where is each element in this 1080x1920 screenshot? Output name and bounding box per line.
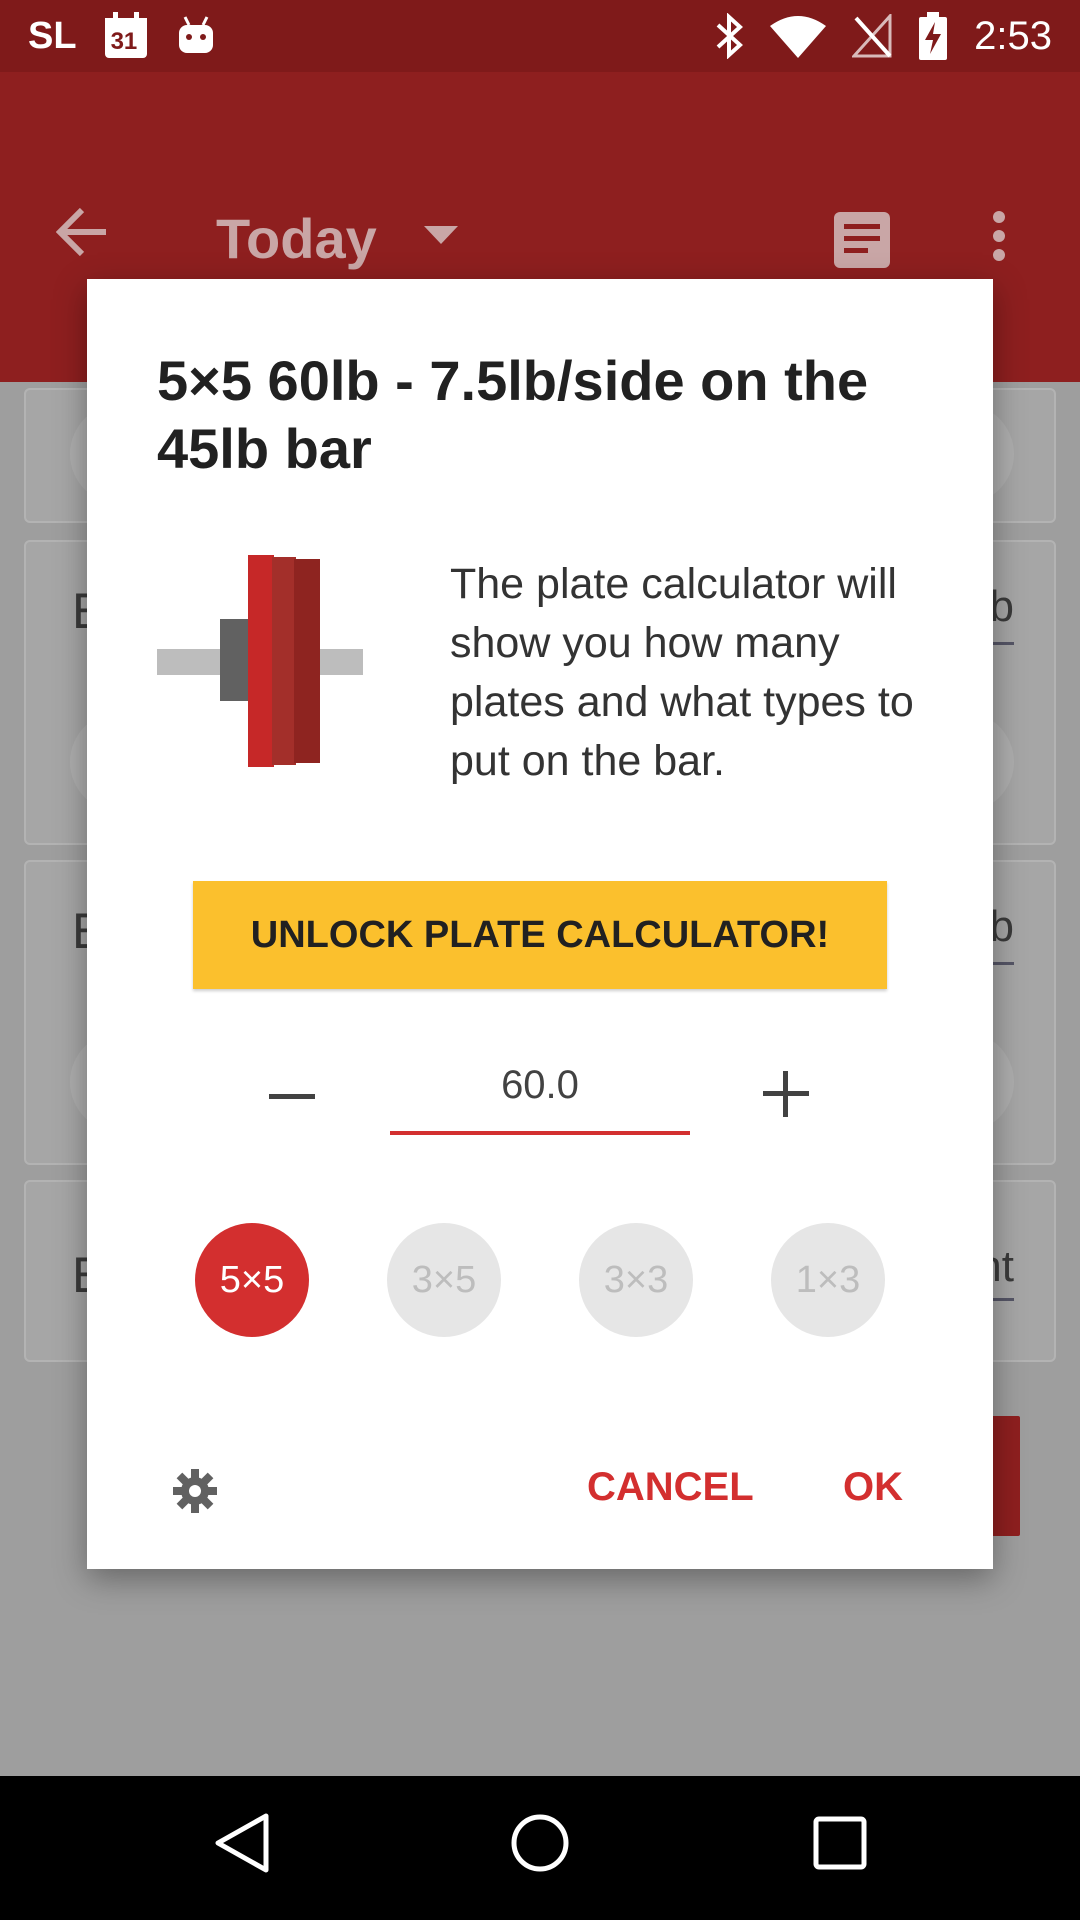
dialog-description: The plate calculator will show you how m… bbox=[450, 560, 914, 785]
recents-square-icon[interactable] bbox=[812, 1812, 868, 1879]
scheme-3x3[interactable]: 3×3 bbox=[579, 1223, 693, 1337]
home-circle-icon[interactable] bbox=[510, 1812, 570, 1879]
cancel-button[interactable]: CANCEL bbox=[587, 1465, 754, 1510]
status-bar: SL 31 2:53 bbox=[0, 0, 1080, 72]
plate-calculator-dialog: 5×5 60lb - 7.5lb/side on the 45lb bar Th… bbox=[87, 279, 993, 1569]
no-signal-icon bbox=[852, 14, 892, 58]
ok-button[interactable]: OK bbox=[843, 1465, 903, 1510]
scheme-1x3[interactable]: 1×3 bbox=[771, 1223, 885, 1337]
back-triangle-icon[interactable] bbox=[214, 1812, 270, 1879]
scheme-5x5[interactable]: 5×5 bbox=[195, 1223, 309, 1337]
exercise-weight: b bbox=[989, 582, 1014, 631]
navigation-bar bbox=[0, 1776, 1080, 1920]
barbell-plates-icon bbox=[157, 555, 363, 772]
clock: 2:53 bbox=[974, 13, 1052, 58]
bluetooth-icon bbox=[714, 13, 744, 59]
dialog-title: 5×5 60lb - 7.5lb/side on the 45lb bar bbox=[157, 349, 869, 480]
more-vert-icon[interactable] bbox=[992, 210, 1006, 267]
scheme-3x5[interactable]: 3×5 bbox=[387, 1223, 501, 1337]
calendar-icon: 31 bbox=[103, 12, 149, 60]
android-robot-icon bbox=[175, 15, 217, 57]
notes-icon[interactable] bbox=[834, 212, 890, 273]
gear-icon[interactable] bbox=[173, 1469, 217, 1518]
unlock-plate-calculator-button[interactable]: UNLOCK PLATE CALCULATOR! bbox=[193, 881, 887, 989]
weight-input[interactable]: 60.0 bbox=[390, 1049, 690, 1135]
wifi-icon bbox=[770, 14, 827, 58]
carrier-label: SL bbox=[28, 14, 77, 57]
back-arrow-icon[interactable] bbox=[55, 207, 108, 261]
increment-button[interactable] bbox=[763, 1071, 809, 1122]
decrement-button[interactable] bbox=[269, 1087, 315, 1105]
calendar-day: 31 bbox=[110, 28, 138, 55]
chevron-down-icon[interactable] bbox=[424, 226, 458, 249]
battery-charging-icon bbox=[918, 12, 948, 60]
date-title[interactable]: Today bbox=[216, 206, 377, 271]
exercise-weight: b bbox=[989, 902, 1014, 951]
